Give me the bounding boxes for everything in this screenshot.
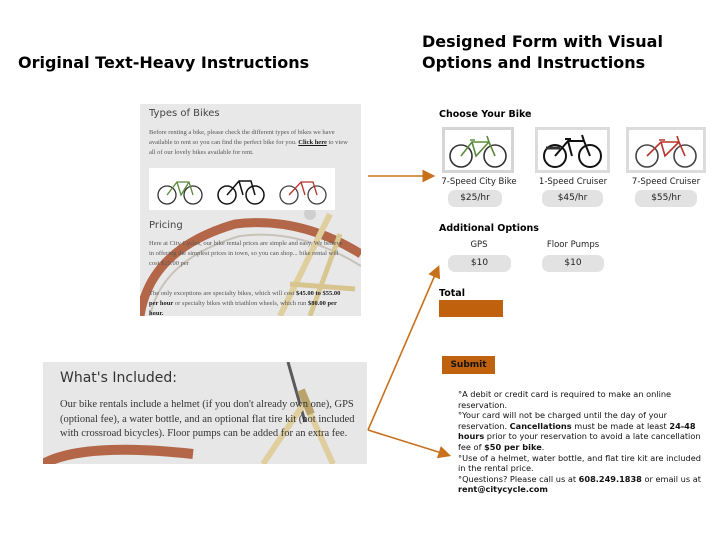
bike-price-3[interactable]: $55/hr — [635, 190, 697, 207]
option-label-gps: GPS — [470, 240, 488, 250]
note-cancellation: °Your card will not be charged until the… — [458, 410, 701, 452]
bike-option-7speed-city[interactable] — [442, 127, 514, 173]
bike-price-2[interactable]: $45/hr — [542, 190, 603, 207]
bike-label-2: 1-Speed Cruiser — [538, 177, 608, 187]
total-value-box — [439, 300, 503, 317]
option-label-floor-pumps: Floor Pumps — [546, 240, 600, 250]
bike-icon-green — [449, 135, 507, 168]
choose-bike-title: Choose Your Bike — [439, 109, 532, 120]
additional-options-title: Additional Options — [439, 223, 539, 234]
phone-number[interactable]: 608.249.1838 — [579, 474, 642, 484]
bike-label-3: 7-Speed Cruiser — [631, 177, 701, 187]
bike-label-1: 7-Speed City Bike — [441, 177, 517, 187]
option-price-floor-pumps[interactable]: $10 — [542, 255, 604, 272]
reservation-notes: °A debit or credit card is required to m… — [458, 389, 710, 495]
bike-icon-red — [635, 135, 697, 168]
total-label: Total — [439, 288, 465, 299]
bike-icon-black — [543, 134, 602, 168]
note-included-items: °Use of a helmet, water bottle, and flat… — [458, 452, 701, 474]
email-link[interactable]: rent@citycycle.com — [458, 484, 548, 494]
submit-button[interactable]: Submit — [442, 356, 495, 374]
bike-price-1[interactable]: $25/hr — [448, 190, 502, 207]
note-questions: °Questions? Please call us at 608.249.18… — [458, 473, 701, 495]
arrow-included-to-options — [367, 265, 441, 431]
arrow-included-to-notes — [367, 429, 452, 459]
bike-option-7speed-cruiser[interactable] — [626, 127, 706, 173]
note-card-required: °A debit or credit card is required to m… — [458, 389, 672, 410]
bike-option-1speed-cruiser[interactable] — [535, 127, 610, 173]
option-price-gps[interactable]: $10 — [448, 255, 511, 272]
